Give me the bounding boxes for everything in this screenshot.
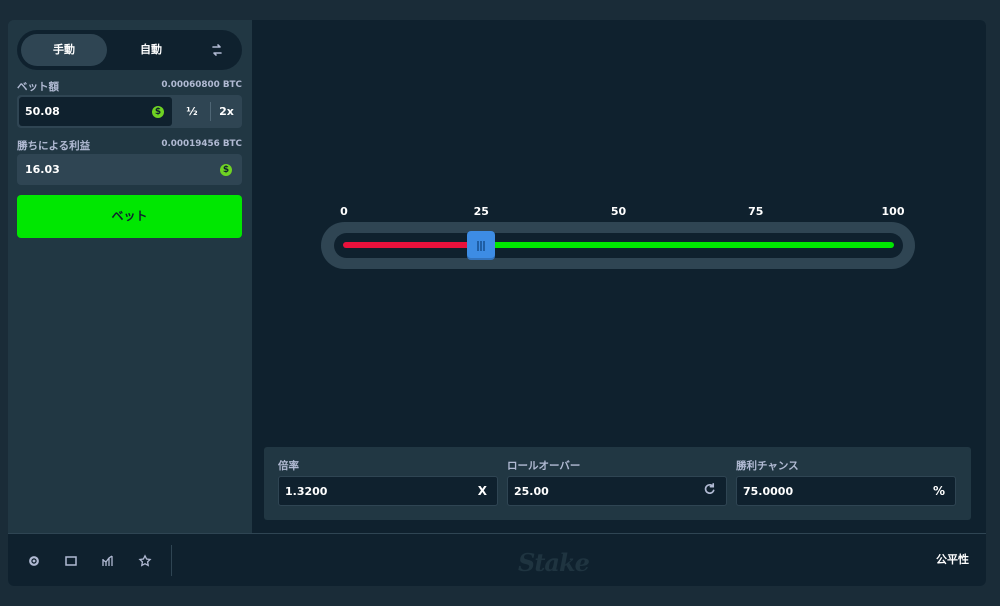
bet-buttons-divider — [210, 102, 211, 121]
bet-sidebar: 手動 自動 ベット額 0.00060800 BTC 50.08 $ ½ 2x 勝… — [8, 20, 252, 533]
bet-amount-btc: 0.00060800 BTC — [161, 80, 242, 90]
tab-auto[interactable]: 自動 — [109, 34, 193, 66]
tab-manual[interactable]: 手動 — [21, 34, 107, 66]
refresh-icon-svg — [704, 483, 715, 494]
slider-handle[interactable] — [466, 231, 495, 260]
dollar-coin-icon: $ — [152, 106, 164, 118]
win-chance-value: 75.0000 — [743, 485, 794, 498]
tick-label: 0 — [340, 205, 348, 218]
bet-amount-label-row: ベット額 0.00060800 BTC — [17, 79, 242, 93]
stats-panel: 倍率 1.3200 X ロールオーバー 25.00 勝利チャンス 75.0000… — [264, 447, 971, 520]
tick-label: 50 — [610, 205, 627, 218]
bet-amount-input[interactable]: 50.08 — [19, 97, 172, 126]
stake-logo: Stake — [518, 548, 590, 577]
bet-button[interactable]: ベット — [17, 195, 242, 238]
star-icon[interactable] — [138, 553, 152, 567]
fairness-button[interactable]: 公平性 — [936, 551, 969, 567]
lose-range-track — [343, 242, 481, 248]
profit-on-win-input[interactable]: 16.03 $ — [17, 154, 242, 185]
tick-label: 25 — [473, 205, 489, 218]
stats-chart-icon[interactable] — [101, 553, 115, 567]
stats-chart-icon-svg — [102, 555, 113, 566]
double-bet-button[interactable]: 2x — [213, 97, 240, 126]
half-bet-button[interactable]: ½ — [174, 97, 210, 126]
game-area: 0 25 50 75 100 倍率 1.3200 X ロールオーバー 25.00… — [252, 20, 986, 533]
refresh-icon[interactable] — [703, 477, 716, 506]
win-chance-input[interactable]: 75.0000 % — [736, 476, 956, 506]
footer-bar: Stake 公平性 — [8, 533, 986, 586]
profit-on-win-label: 勝ちによる利益 — [17, 140, 91, 152]
slider-track-container — [334, 231, 903, 260]
dice-slider[interactable] — [321, 222, 915, 269]
bet-amount-group: 50.08 $ ½ 2x — [17, 95, 242, 128]
roll-over-value: 25.00 — [514, 485, 549, 498]
tick-label: 100 — [881, 205, 905, 218]
multiplier-input[interactable]: 1.3200 X — [278, 476, 498, 506]
swap-arrows-icon-svg — [212, 44, 222, 56]
gear-icon[interactable] — [27, 553, 41, 567]
star-icon-svg — [138, 554, 152, 567]
dice-game-window: 手動 自動 ベット額 0.00060800 BTC 50.08 $ ½ 2x 勝… — [8, 20, 986, 586]
multiplier-value: 1.3200 — [285, 485, 328, 498]
roll-over-input[interactable]: 25.00 — [507, 476, 727, 506]
percent-icon: % — [932, 484, 945, 498]
profit-label-row: 勝ちによる利益 0.00019456 BTC — [17, 138, 242, 152]
grip-lines-icon — [476, 241, 486, 251]
win-chance-label: 勝利チャンス — [736, 460, 799, 472]
multiplier-x-icon: X — [477, 484, 487, 498]
roll-over-label: ロールオーバー — [507, 460, 581, 472]
profit-btc: 0.00019456 BTC — [161, 139, 242, 149]
mode-toggle: 手動 自動 — [17, 30, 242, 70]
tick-label: 75 — [748, 205, 764, 218]
theatre-mode-icon[interactable] — [64, 553, 78, 567]
dollar-coin-icon: $ — [220, 164, 232, 176]
slider-ticks: 0 25 50 75 100 — [340, 205, 904, 230]
footer-divider — [171, 545, 172, 576]
win-range-track — [480, 242, 894, 248]
theatre-mode-icon-svg — [65, 556, 77, 566]
profit-on-win-value: 16.03 — [25, 163, 60, 176]
swap-arrows-icon[interactable] — [205, 38, 229, 62]
multiplier-label: 倍率 — [278, 460, 299, 472]
gear-icon-svg — [29, 556, 39, 566]
bet-amount-label: ベット額 — [17, 81, 59, 93]
